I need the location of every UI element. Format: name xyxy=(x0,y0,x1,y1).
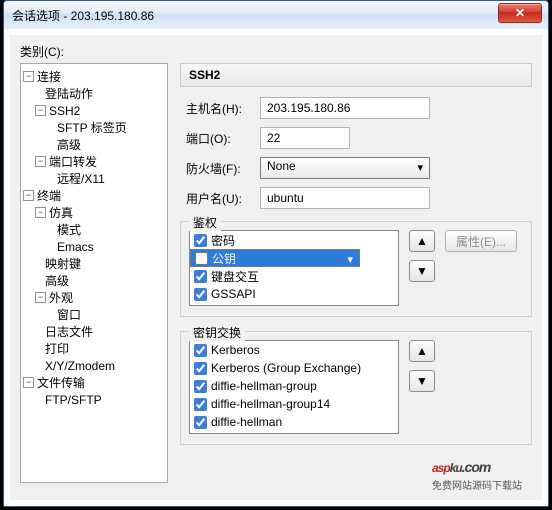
firewall-select[interactable]: None xyxy=(260,157,430,179)
collapse-icon[interactable]: − xyxy=(35,292,46,303)
auth-move-up-button[interactable]: ▲ xyxy=(409,230,435,252)
kex-legend: 密钥交换 xyxy=(189,324,245,341)
kex-item-label: diffie-hellman-group xyxy=(211,379,317,393)
category-tree[interactable]: −连接 登陆动作 −SSH2 SFTP 标签页 高级 −端口转发 远程/X11 … xyxy=(20,63,168,483)
tree-log-file[interactable]: 日志文件 xyxy=(23,323,165,340)
list-item[interactable]: diffie-hellman-group14 xyxy=(190,395,398,413)
titlebar[interactable]: 会话选项 - 203.195.180.86 ✕ xyxy=(4,1,548,29)
window-title: 会话选项 - 203.195.180.86 xyxy=(12,7,154,24)
list-item[interactable]: 键盘交互 xyxy=(190,267,398,285)
category-label: 类别(C): xyxy=(20,43,64,60)
username-input[interactable] xyxy=(260,187,430,209)
auth-checkbox[interactable] xyxy=(194,288,207,301)
collapse-icon[interactable]: − xyxy=(35,105,46,116)
kex-checkbox[interactable] xyxy=(194,380,207,393)
triangle-down-icon: ▼ xyxy=(416,264,428,278)
client-area: 类别(C): −连接 登陆动作 −SSH2 SFTP 标签页 高级 −端口转发 … xyxy=(10,35,542,500)
dialog-window: 会话选项 - 203.195.180.86 ✕ 类别(C): −连接 登陆动作 … xyxy=(3,0,549,507)
watermark: aspku.com 免费网站源码下载站 xyxy=(432,442,522,492)
auth-item-label: GSSAPI xyxy=(211,287,256,301)
kex-item-label: Kerberos xyxy=(211,343,260,357)
tree-sftp-tab[interactable]: SFTP 标签页 xyxy=(23,119,165,136)
collapse-icon[interactable]: − xyxy=(23,71,34,82)
firewall-label: 防火墙(F): xyxy=(186,160,260,177)
host-label: 主机名(H): xyxy=(186,100,260,117)
tree-file-transfer[interactable]: −文件传输 xyxy=(23,374,165,391)
tree-ftp-sftp[interactable]: FTP/SFTP xyxy=(23,391,165,408)
kex-listbox[interactable]: Kerberos Kerberos (Group Exchange) diffie-… xyxy=(189,340,399,434)
tree-appearance[interactable]: −外观 xyxy=(23,289,165,306)
tree-ssh2[interactable]: −SSH2 xyxy=(23,102,165,119)
collapse-icon[interactable]: − xyxy=(35,156,46,167)
form-grid: 主机名(H): 端口(O): 防火墙(F): None 用户名(U): xyxy=(180,87,532,215)
tree-window[interactable]: 窗口 xyxy=(23,306,165,323)
collapse-icon[interactable]: − xyxy=(23,190,34,201)
auth-item-label: 公钥 xyxy=(212,250,236,267)
list-item[interactable]: diffie-hellman-group xyxy=(190,377,398,395)
list-item[interactable]: Kerberos xyxy=(190,341,398,359)
tree-port-fwd[interactable]: −端口转发 xyxy=(23,153,165,170)
panel-title: SSH2 xyxy=(180,63,532,87)
close-button[interactable]: ✕ xyxy=(498,3,542,23)
auth-checkbox[interactable] xyxy=(195,252,208,265)
auth-checkbox[interactable] xyxy=(194,270,207,283)
kex-move-down-button[interactable]: ▼ xyxy=(409,370,435,392)
kex-checkbox[interactable] xyxy=(194,344,207,357)
list-item[interactable]: 密码 xyxy=(190,231,398,249)
host-input[interactable] xyxy=(260,97,430,119)
kex-item-label: Kerberos (Group Exchange) xyxy=(211,361,361,375)
tree-emacs[interactable]: Emacs xyxy=(23,238,165,255)
list-item[interactable]: GSSAPI xyxy=(190,285,398,303)
tree-remote-x11[interactable]: 远程/X11 xyxy=(23,170,165,187)
auth-item-label: 键盘交互 xyxy=(211,268,259,285)
tree-advanced1[interactable]: 高级 xyxy=(23,136,165,153)
triangle-down-icon: ▼ xyxy=(416,374,428,388)
auth-listbox[interactable]: 密码公钥键盘交互 GSSAPI xyxy=(189,230,399,306)
collapse-icon[interactable]: − xyxy=(35,207,46,218)
tree-login-actions[interactable]: 登陆动作 xyxy=(23,85,165,102)
tree-connection[interactable]: −连接 xyxy=(23,68,165,85)
auth-legend: 鉴权 xyxy=(189,214,221,231)
kex-checkbox[interactable] xyxy=(194,398,207,411)
auth-group: 鉴权 密码公钥键盘交互GSSAPI ▲ ▼ 属性(E)... xyxy=(180,221,532,317)
auth-item-label: 密码 xyxy=(211,232,235,249)
kex-item-label: diffie-hellman xyxy=(211,415,282,429)
port-input[interactable] xyxy=(260,127,350,149)
tree-xyz[interactable]: X/Y/Zmodem xyxy=(23,357,165,374)
list-item[interactable]: diffie-hellman xyxy=(190,413,398,431)
kex-checkbox[interactable] xyxy=(194,416,207,429)
username-label: 用户名(U): xyxy=(186,190,260,207)
triangle-up-icon: ▲ xyxy=(416,344,428,358)
kex-group: 密钥交换 KerberosKerberos (Group Exchange)di… xyxy=(180,331,532,445)
close-icon: ✕ xyxy=(515,6,525,20)
tree-modes[interactable]: 模式 xyxy=(23,221,165,238)
tree-map-keys[interactable]: 映射键 xyxy=(23,255,165,272)
auth-checkbox[interactable] xyxy=(194,234,207,247)
tree-print[interactable]: 打印 xyxy=(23,340,165,357)
port-label: 端口(O): xyxy=(186,130,260,147)
tree-emulation[interactable]: −仿真 xyxy=(23,204,165,221)
settings-panel: SSH2 主机名(H): 端口(O): 防火墙(F): None 用户名(U):… xyxy=(180,63,532,445)
list-item[interactable]: Kerberos (Group Exchange) xyxy=(190,359,398,377)
auth-properties-button[interactable]: 属性(E)... xyxy=(445,230,517,252)
kex-checkbox[interactable] xyxy=(194,362,207,375)
triangle-up-icon: ▲ xyxy=(416,234,428,248)
tree-terminal[interactable]: −终端 xyxy=(23,187,165,204)
kex-move-up-button[interactable]: ▲ xyxy=(409,340,435,362)
auth-move-down-button[interactable]: ▼ xyxy=(409,260,435,282)
tree-advanced2[interactable]: 高级 xyxy=(23,272,165,289)
list-item[interactable]: 公钥 xyxy=(190,249,360,267)
kex-item-label: diffie-hellman-group14 xyxy=(211,397,330,411)
collapse-icon[interactable]: − xyxy=(23,377,34,388)
